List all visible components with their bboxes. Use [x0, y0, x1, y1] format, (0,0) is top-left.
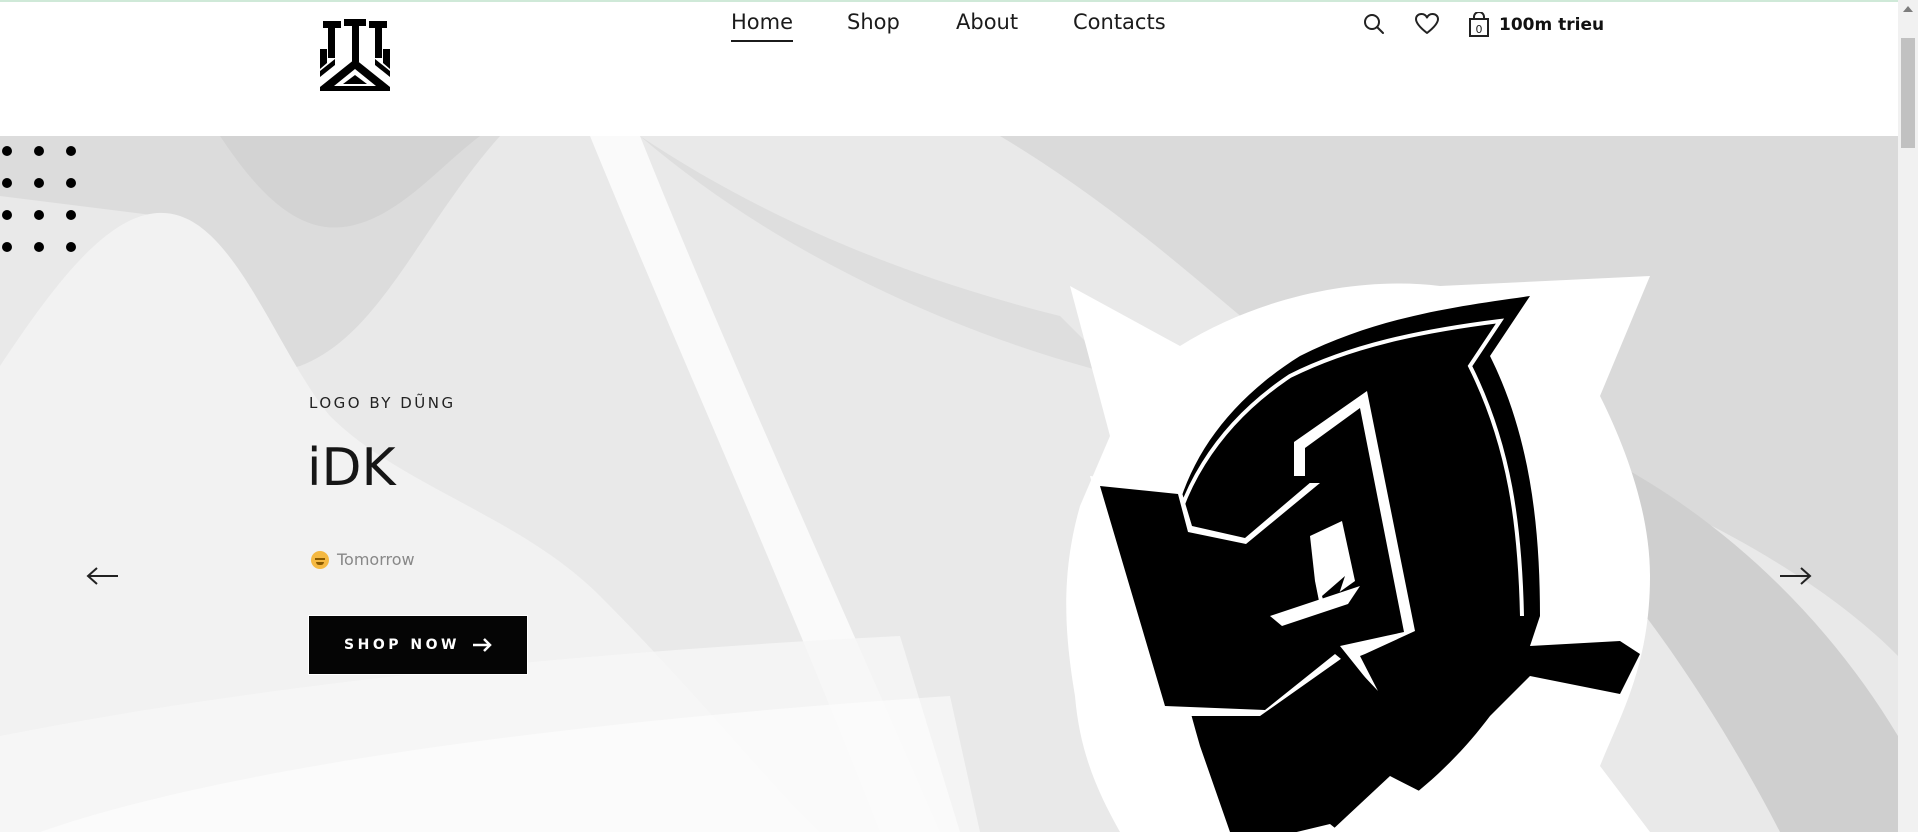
- hero-date: Tomorrow: [311, 550, 415, 569]
- slider-prev-arrow-icon[interactable]: [86, 566, 120, 590]
- scrollbar-thumb[interactable]: [1901, 38, 1915, 148]
- ninja-mascot-illustration: [1066, 276, 1650, 832]
- shop-now-button[interactable]: SHOP NOW: [308, 615, 528, 675]
- nav-shop[interactable]: Shop: [847, 10, 900, 34]
- cart-total[interactable]: 100m trieu: [1499, 15, 1604, 35]
- nav-about[interactable]: About: [956, 10, 1018, 34]
- hero-slider: LOGO BY DŨNG iDK Tomorrow SHOP NOW: [0, 136, 1898, 832]
- jl-monogram-icon: [320, 19, 390, 91]
- scroll-up-arrow-icon[interactable]: [1903, 6, 1913, 12]
- nav-contacts[interactable]: Contacts: [1073, 10, 1166, 34]
- search-icon[interactable]: [1362, 12, 1386, 40]
- slider-next-arrow-icon[interactable]: [1778, 566, 1812, 590]
- dot-grid-decoration: [2, 146, 76, 252]
- shopping-bag-icon[interactable]: 0: [1468, 11, 1490, 42]
- nav-home[interactable]: Home: [731, 10, 794, 42]
- grinning-face-emoji-icon: [311, 550, 329, 569]
- hero-subtitle: LOGO BY DŨNG: [309, 394, 456, 412]
- cart-count: 0: [1476, 23, 1483, 36]
- page-scrollbar[interactable]: [1898, 0, 1918, 832]
- page: Home Shop About Contacts 0 100m trieu LO…: [0, 0, 1918, 832]
- hero-date-text: Tomorrow: [337, 550, 415, 569]
- hero-title: iDK: [307, 438, 396, 498]
- heart-icon[interactable]: [1414, 12, 1440, 40]
- shop-now-label: SHOP NOW: [344, 637, 460, 653]
- arrow-right-icon: [472, 638, 492, 652]
- site-header: Home Shop About Contacts 0 100m trieu: [0, 2, 1898, 136]
- site-logo[interactable]: [320, 19, 390, 91]
